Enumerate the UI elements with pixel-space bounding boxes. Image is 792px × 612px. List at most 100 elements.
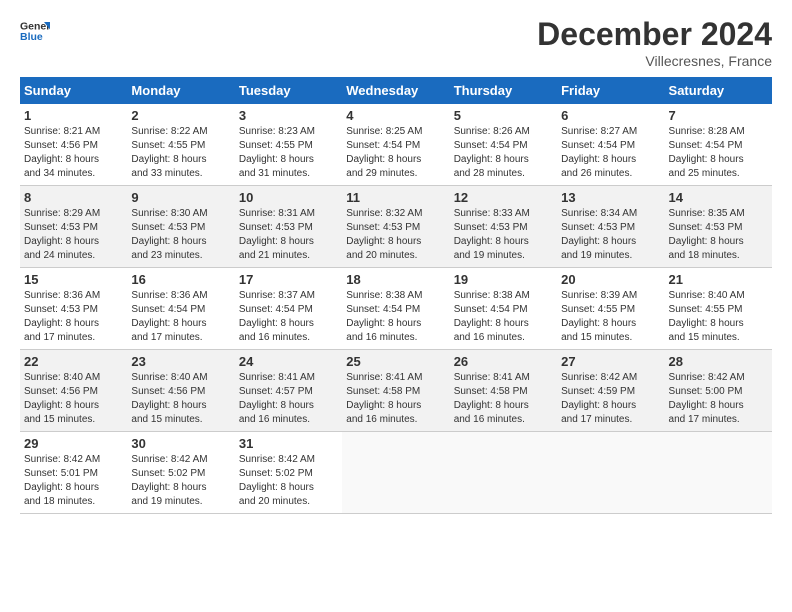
calendar-day-31: 31 Sunrise: 8:42 AMSunset: 5:02 PMDayligh… xyxy=(235,432,342,514)
calendar-day-28: 28 Sunrise: 8:42 AMSunset: 5:00 PMDayligh… xyxy=(665,350,772,432)
day-info: Sunrise: 8:42 AMSunset: 5:02 PMDaylight:… xyxy=(131,453,230,509)
calendar-day-26: 26Sunrise: 8:41 AMSunset: 4:58 PMDayligh… xyxy=(450,350,557,432)
calendar-day-17: 17Sunrise: 8:37 AMSunset: 4:54 PMDayligh… xyxy=(235,268,342,350)
page-header: General Blue December 2024 Villecresnes,… xyxy=(20,16,772,69)
day-number: 23 xyxy=(131,354,230,369)
calendar-day-14: 14 Sunrise: 8:35 AMSunset: 4:53 PMDayligh… xyxy=(665,186,772,268)
day-number: 14 xyxy=(669,190,768,205)
month-title: December 2024 xyxy=(537,16,772,53)
calendar-day-13: 13 Sunrise: 8:34 AMSunset: 4:53 PMDayligh… xyxy=(557,186,664,268)
day-number: 16 xyxy=(131,272,230,287)
calendar-day-8: 8 Sunrise: 8:29 AMSunset: 4:53 PMDaylight… xyxy=(20,186,127,268)
day-info: Sunrise: 8:42 AMSunset: 5:01 PMDaylight:… xyxy=(24,453,123,509)
calendar-week-5: 29 Sunrise: 8:42 AMSunset: 5:01 PMDayligh… xyxy=(20,432,772,514)
day-info: Sunrise: 8:21 AMSunset: 4:56 PMDaylight:… xyxy=(24,125,123,181)
calendar-day-11: 11Sunrise: 8:32 AMSunset: 4:53 PMDayligh… xyxy=(342,186,449,268)
day-info: Sunrise: 8:40 AMSunset: 4:56 PMDaylight:… xyxy=(131,371,230,427)
header-saturday: Saturday xyxy=(665,77,772,104)
empty-cell xyxy=(342,432,449,514)
day-info: Sunrise: 8:27 AMSunset: 4:54 PMDaylight:… xyxy=(561,125,660,181)
calendar-week-4: 22 Sunrise: 8:40 AMSunset: 4:56 PMDayligh… xyxy=(20,350,772,432)
day-number: 8 xyxy=(24,190,123,205)
title-block: December 2024 Villecresnes, France xyxy=(537,16,772,69)
empty-cell xyxy=(557,432,664,514)
calendar-day-5: 5 Sunrise: 8:26 AMSunset: 4:54 PMDaylight… xyxy=(450,104,557,186)
logo: General Blue xyxy=(20,16,50,46)
day-number: 21 xyxy=(669,272,768,287)
day-info: Sunrise: 8:37 AMSunset: 4:54 PMDaylight:… xyxy=(239,289,338,345)
empty-cell xyxy=(450,432,557,514)
day-info: Sunrise: 8:31 AMSunset: 4:53 PMDaylight:… xyxy=(239,207,338,263)
calendar-day-2: 2 Sunrise: 8:22 AMSunset: 4:55 PMDaylight… xyxy=(127,104,234,186)
day-number: 3 xyxy=(239,108,338,123)
calendar-day-10: 10 Sunrise: 8:31 AMSunset: 4:53 PMDayligh… xyxy=(235,186,342,268)
calendar-day-12: 12Sunrise: 8:33 AMSunset: 4:53 PMDayligh… xyxy=(450,186,557,268)
day-info: Sunrise: 8:36 AMSunset: 4:54 PMDaylight:… xyxy=(131,289,230,345)
location: Villecresnes, France xyxy=(537,53,772,69)
calendar-day-22: 22 Sunrise: 8:40 AMSunset: 4:56 PMDayligh… xyxy=(20,350,127,432)
calendar-week-2: 8 Sunrise: 8:29 AMSunset: 4:53 PMDaylight… xyxy=(20,186,772,268)
calendar-day-19: 19 Sunrise: 8:38 AMSunset: 4:54 PMDayligh… xyxy=(450,268,557,350)
calendar-day-7: 7 Sunrise: 8:28 AMSunset: 4:54 PMDaylight… xyxy=(665,104,772,186)
day-info: Sunrise: 8:28 AMSunset: 4:54 PMDaylight:… xyxy=(669,125,768,181)
day-number: 24 xyxy=(239,354,338,369)
calendar-day-21: 21 Sunrise: 8:40 AMSunset: 4:55 PMDayligh… xyxy=(665,268,772,350)
day-number: 29 xyxy=(24,436,123,451)
day-info: Sunrise: 8:29 AMSunset: 4:53 PMDaylight:… xyxy=(24,207,123,263)
day-number: 10 xyxy=(239,190,338,205)
day-info: Sunrise: 8:40 AMSunset: 4:56 PMDaylight:… xyxy=(24,371,123,427)
calendar-day-18: 18 Sunrise: 8:38 AMSunset: 4:54 PMDayligh… xyxy=(342,268,449,350)
header-monday: Monday xyxy=(127,77,234,104)
header-thursday: Thursday xyxy=(450,77,557,104)
day-info: Sunrise: 8:39 AMSunset: 4:55 PMDaylight:… xyxy=(561,289,660,345)
calendar-week-3: 15 Sunrise: 8:36 AMSunset: 4:53 PMDayligh… xyxy=(20,268,772,350)
day-number: 12 xyxy=(454,190,553,205)
calendar-table: SundayMondayTuesdayWednesdayThursdayFrid… xyxy=(20,77,772,514)
day-info: Sunrise: 8:32 AMSunset: 4:53 PMDaylight:… xyxy=(346,207,445,263)
day-info: Sunrise: 8:41 AMSunset: 4:58 PMDaylight:… xyxy=(346,371,445,427)
day-info: Sunrise: 8:41 AMSunset: 4:57 PMDaylight:… xyxy=(239,371,338,427)
day-number: 19 xyxy=(454,272,553,287)
day-number: 5 xyxy=(454,108,553,123)
day-info: Sunrise: 8:41 AMSunset: 4:58 PMDaylight:… xyxy=(454,371,553,427)
day-info: Sunrise: 8:40 AMSunset: 4:55 PMDaylight:… xyxy=(669,289,768,345)
day-info: Sunrise: 8:42 AMSunset: 5:00 PMDaylight:… xyxy=(669,371,768,427)
day-number: 20 xyxy=(561,272,660,287)
day-number: 28 xyxy=(669,354,768,369)
day-info: Sunrise: 8:42 AMSunset: 5:02 PMDaylight:… xyxy=(239,453,338,509)
day-info: Sunrise: 8:35 AMSunset: 4:53 PMDaylight:… xyxy=(669,207,768,263)
day-number: 27 xyxy=(561,354,660,369)
day-number: 22 xyxy=(24,354,123,369)
header-friday: Friday xyxy=(557,77,664,104)
day-number: 13 xyxy=(561,190,660,205)
logo-icon: General Blue xyxy=(20,16,50,46)
calendar-day-9: 9Sunrise: 8:30 AMSunset: 4:53 PMDaylight… xyxy=(127,186,234,268)
day-info: Sunrise: 8:23 AMSunset: 4:55 PMDaylight:… xyxy=(239,125,338,181)
day-info: Sunrise: 8:25 AMSunset: 4:54 PMDaylight:… xyxy=(346,125,445,181)
calendar-day-23: 23 Sunrise: 8:40 AMSunset: 4:56 PMDayligh… xyxy=(127,350,234,432)
calendar-day-25: 25Sunrise: 8:41 AMSunset: 4:58 PMDayligh… xyxy=(342,350,449,432)
day-number: 7 xyxy=(669,108,768,123)
day-info: Sunrise: 8:26 AMSunset: 4:54 PMDaylight:… xyxy=(454,125,553,181)
calendar-day-16: 16 Sunrise: 8:36 AMSunset: 4:54 PMDayligh… xyxy=(127,268,234,350)
day-number: 31 xyxy=(239,436,338,451)
header-row: SundayMondayTuesdayWednesdayThursdayFrid… xyxy=(20,77,772,104)
day-info: Sunrise: 8:36 AMSunset: 4:53 PMDaylight:… xyxy=(24,289,123,345)
calendar-day-27: 27Sunrise: 8:42 AMSunset: 4:59 PMDayligh… xyxy=(557,350,664,432)
empty-cell xyxy=(665,432,772,514)
day-number: 15 xyxy=(24,272,123,287)
header-sunday: Sunday xyxy=(20,77,127,104)
day-info: Sunrise: 8:22 AMSunset: 4:55 PMDaylight:… xyxy=(131,125,230,181)
calendar-day-24: 24 Sunrise: 8:41 AMSunset: 4:57 PMDayligh… xyxy=(235,350,342,432)
calendar-day-15: 15 Sunrise: 8:36 AMSunset: 4:53 PMDayligh… xyxy=(20,268,127,350)
day-info: Sunrise: 8:38 AMSunset: 4:54 PMDaylight:… xyxy=(454,289,553,345)
calendar-day-3: 3 Sunrise: 8:23 AMSunset: 4:55 PMDaylight… xyxy=(235,104,342,186)
day-number: 1 xyxy=(24,108,123,123)
day-number: 9 xyxy=(131,190,230,205)
day-number: 2 xyxy=(131,108,230,123)
day-info: Sunrise: 8:34 AMSunset: 4:53 PMDaylight:… xyxy=(561,207,660,263)
day-info: Sunrise: 8:38 AMSunset: 4:54 PMDaylight:… xyxy=(346,289,445,345)
calendar-day-20: 20 Sunrise: 8:39 AMSunset: 4:55 PMDayligh… xyxy=(557,268,664,350)
day-number: 18 xyxy=(346,272,445,287)
calendar-week-1: 1 Sunrise: 8:21 AMSunset: 4:56 PMDaylight… xyxy=(20,104,772,186)
